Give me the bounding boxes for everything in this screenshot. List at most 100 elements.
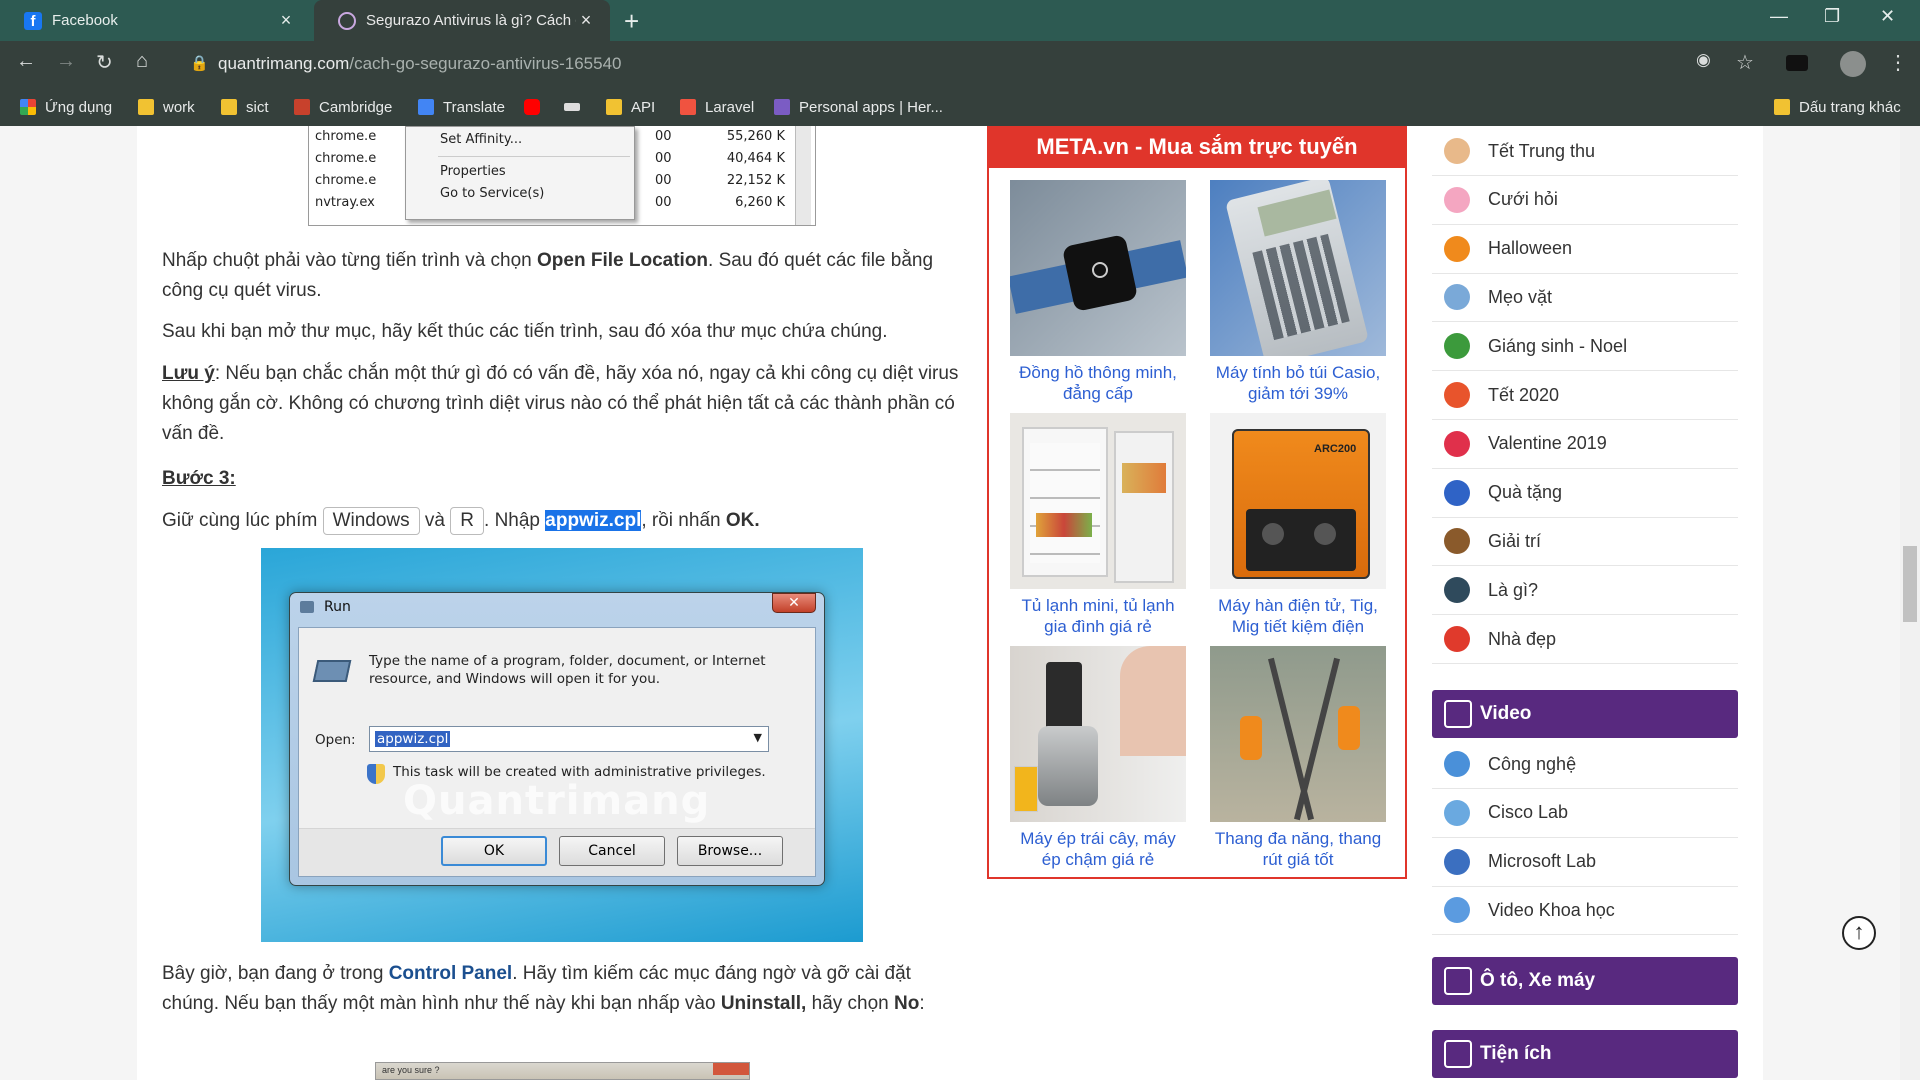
tools-icon bbox=[1444, 1040, 1472, 1068]
product-caption: Thang đa năng, thang rút giá tốt bbox=[1214, 829, 1382, 869]
memory-value: 6,260 K bbox=[735, 195, 785, 210]
bookmark-other[interactable]: Dấu trang khác bbox=[1774, 88, 1901, 126]
heroku-icon bbox=[774, 99, 790, 115]
memory-column: 55,260 K 40,464 K 22,152 K 6,260 K bbox=[709, 126, 785, 214]
bookmark-label: Laravel bbox=[705, 98, 755, 116]
home-icon[interactable]: ⌂ bbox=[136, 50, 148, 73]
avatar[interactable] bbox=[1840, 51, 1866, 77]
bookmark-personal-apps[interactable]: Personal apps | Her... bbox=[774, 88, 943, 126]
sidebar-item[interactable]: Mẹo vặt bbox=[1432, 273, 1738, 323]
sidebar-video-item[interactable]: Video Khoa học bbox=[1432, 886, 1738, 936]
watermark-logo: Quantrimang bbox=[403, 778, 711, 824]
bookmark-api[interactable]: API bbox=[606, 88, 655, 126]
reload-icon[interactable]: ↻ bbox=[96, 50, 113, 75]
tab-segurazo[interactable]: Segurazo Antivirus là gì? Cách gỡ × bbox=[314, 0, 610, 41]
product-calculator[interactable]: Máy tính bỏ túi Casio, giảm tới 39% bbox=[1210, 180, 1386, 404]
lock-icon[interactable]: 🔒 bbox=[190, 54, 209, 72]
bookmark-laravel[interactable]: Laravel bbox=[680, 88, 754, 126]
sidebar-item[interactable]: Giải trí bbox=[1432, 517, 1738, 567]
category-video[interactable]: Video bbox=[1432, 690, 1738, 738]
menu-dots-icon[interactable]: ⋮ bbox=[1888, 50, 1908, 75]
forward-icon[interactable]: → bbox=[56, 50, 76, 73]
sidebar-item[interactable]: Quà tặng bbox=[1432, 469, 1738, 518]
folder-icon bbox=[606, 99, 622, 115]
extension-icon[interactable] bbox=[1786, 55, 1808, 71]
sidebar-item[interactable]: Giáng sinh - Noel bbox=[1432, 322, 1738, 372]
memory-value: 40,464 K bbox=[726, 151, 785, 166]
minimize-button[interactable]: — bbox=[1770, 6, 1788, 27]
sidebar-item[interactable]: Là gì? bbox=[1432, 566, 1738, 616]
product-juicer[interactable]: Máy ép trái cây, máy ép chậm giá rẻ bbox=[1010, 646, 1186, 870]
product-caption: Máy ép trái cây, máy ép chậm giá rẻ bbox=[1020, 829, 1176, 869]
category-icon bbox=[1444, 382, 1470, 408]
category-utilities[interactable]: Tiện ích bbox=[1432, 1030, 1738, 1078]
process-name: nvtray.ex bbox=[315, 195, 375, 210]
process-name: chrome.e bbox=[315, 151, 377, 166]
strong-text: Open File Location bbox=[537, 250, 709, 271]
sidebar-item[interactable]: Nhà đẹp bbox=[1432, 615, 1738, 664]
category-heading-label: Video bbox=[1480, 703, 1532, 724]
bookmark-icon bbox=[564, 103, 580, 111]
ladder-image bbox=[1210, 646, 1386, 822]
bookmark-star-icon[interactable]: ☆ bbox=[1736, 50, 1754, 75]
bookmark-unnamed[interactable] bbox=[564, 88, 589, 126]
close-icon bbox=[713, 1063, 749, 1075]
bookmark-translate[interactable]: Translate bbox=[418, 88, 505, 126]
bookmarks-bar: Ứng dụng work sict Cambridge Translate A… bbox=[0, 88, 1920, 126]
tab-title: Segurazo Antivirus là gì? Cách gỡ bbox=[366, 12, 576, 29]
apps-grid-icon bbox=[20, 99, 36, 115]
back-to-top-button[interactable]: ↑ bbox=[1842, 916, 1876, 950]
category-icon bbox=[1444, 284, 1470, 311]
close-tab-icon[interactable]: × bbox=[276, 10, 296, 31]
sidebar-video-item[interactable]: Microsoft Lab bbox=[1432, 838, 1738, 887]
bookmark-work[interactable]: work bbox=[138, 88, 195, 126]
sidebar-video-item[interactable]: Công nghệ bbox=[1432, 740, 1738, 789]
bookmark-apps[interactable]: Ứng dụng bbox=[20, 88, 112, 126]
category-auto[interactable]: Ô tô, Xe máy bbox=[1432, 957, 1738, 1005]
run-program-icon bbox=[312, 660, 352, 682]
cookie-blocked-icon[interactable]: ◉ bbox=[1696, 50, 1711, 70]
category-icon bbox=[1444, 186, 1470, 213]
close-tab-icon[interactable]: × bbox=[576, 10, 596, 31]
maximize-button[interactable]: ❐ bbox=[1824, 6, 1840, 27]
bookmark-label: Translate bbox=[443, 98, 505, 116]
sidebar-video-item[interactable]: Cisco Lab bbox=[1432, 789, 1738, 838]
sidebar-item[interactable]: Tết Trung thu bbox=[1432, 127, 1738, 176]
back-icon[interactable]: ← bbox=[16, 50, 36, 73]
cpu-column: 00 00 00 00 bbox=[655, 126, 685, 214]
product-ladder[interactable]: Thang đa năng, thang rút giá tốt bbox=[1210, 646, 1386, 870]
product-welder[interactable]: ARC200 Máy hàn điện tử, Tig, Mig tiết ki… bbox=[1210, 413, 1386, 637]
sidebar-item[interactable]: Halloween bbox=[1432, 225, 1738, 274]
meta-heading[interactable]: META.vn - Mua sắm trực tuyến bbox=[989, 126, 1405, 168]
tab-facebook[interactable]: f Facebook × bbox=[0, 0, 310, 41]
confirm-dialog-screenshot: are you sure ? bbox=[375, 1062, 750, 1080]
sidebar-item[interactable]: Valentine 2019 bbox=[1432, 420, 1738, 469]
product-fridge[interactable]: Tủ lạnh mini, tủ lạnh gia đình giá rẻ bbox=[1010, 413, 1186, 637]
category-icon bbox=[1444, 528, 1470, 555]
category-label: Cisco Lab bbox=[1488, 802, 1569, 823]
category-icon bbox=[1444, 479, 1470, 506]
product-caption: Tủ lạnh mini, tủ lạnh gia đình giá rẻ bbox=[1021, 596, 1175, 636]
selected-text[interactable]: appwiz.cpl bbox=[545, 510, 642, 531]
browse-button: Browse... bbox=[677, 836, 783, 866]
open-value: appwiz.cpl bbox=[375, 731, 451, 747]
close-window-button[interactable]: ✕ bbox=[1880, 6, 1895, 27]
bookmark-cambridge[interactable]: Cambridge bbox=[294, 88, 392, 126]
scrollbar-thumb[interactable] bbox=[1903, 546, 1917, 622]
control-panel-link[interactable]: Control Panel bbox=[389, 963, 513, 984]
run-dialog-screenshot: Run ✕ Type the name of a program, folder… bbox=[261, 548, 863, 942]
category-icon bbox=[1444, 235, 1470, 262]
sidebar-item[interactable]: Cưới hỏi bbox=[1432, 176, 1738, 225]
address-bar[interactable]: quantrimang.com/cach-go-segurazo-antivir… bbox=[218, 54, 622, 74]
process-name: chrome.e bbox=[315, 129, 377, 144]
bookmark-youtube[interactable] bbox=[524, 88, 549, 126]
new-tab-button[interactable]: + bbox=[624, 6, 639, 37]
process-name: chrome.e bbox=[315, 173, 377, 188]
bookmark-label: Dấu trang khác bbox=[1799, 98, 1901, 116]
bookmark-sict[interactable]: sict bbox=[221, 88, 269, 126]
page-gutter-right bbox=[1763, 126, 1900, 1080]
sidebar-item[interactable]: Tết 2020 bbox=[1432, 371, 1738, 420]
category-icon bbox=[1444, 897, 1470, 924]
strong-text: OK. bbox=[725, 510, 760, 531]
product-smartwatch[interactable]: Đồng hồ thông minh, đẳng cấp bbox=[1010, 180, 1186, 404]
